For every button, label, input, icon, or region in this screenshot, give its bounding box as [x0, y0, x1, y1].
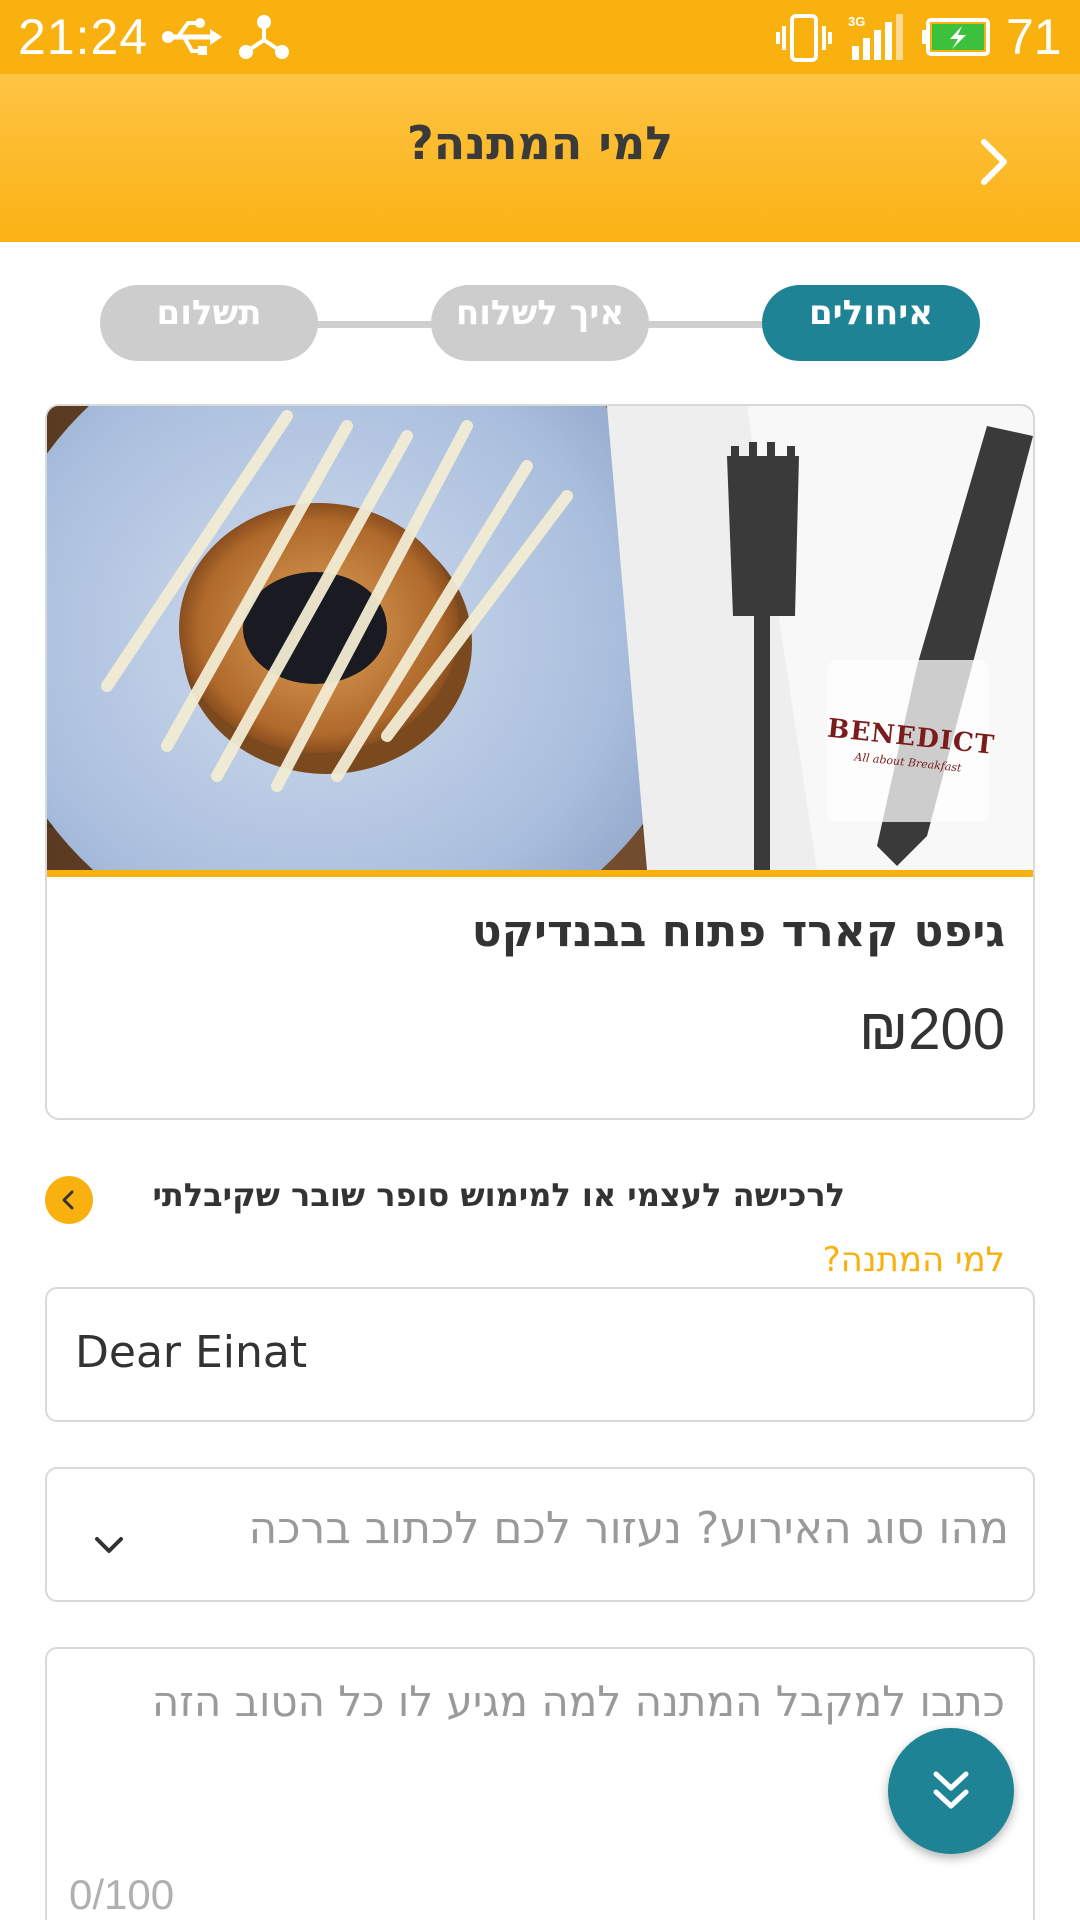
- page-title: למי המתנה?: [406, 116, 674, 170]
- event-type-placeholder: מהו סוג האירוע? נעזור לכם לכתוב ברכה: [248, 1503, 1009, 1554]
- battery-charging-icon: [922, 18, 990, 56]
- recipient-value: Dear Einat: [75, 1327, 308, 1378]
- self-purchase-link[interactable]: לרכישה לעצמי או למימוש סופר שובר שקיבלתי: [45, 1172, 845, 1228]
- progress-stepper: איחולים איך לשלוח תשלום: [0, 285, 1080, 361]
- step-delivery[interactable]: איך לשלוח: [431, 285, 649, 361]
- step-payment[interactable]: תשלום: [100, 285, 318, 361]
- double-chevron-down-icon: [933, 1771, 969, 1809]
- share-icon: [239, 15, 289, 59]
- scroll-down-button[interactable]: [888, 1728, 1014, 1854]
- recipient-label: למי המתנה?: [822, 1240, 1005, 1280]
- usb-icon: [162, 18, 222, 55]
- app-header: למי המתנה?: [0, 74, 1080, 242]
- self-purchase-label: לרכישה לעצמי או למימוש סופר שובר שקיבלתי: [152, 1176, 845, 1214]
- step-greetings[interactable]: איחולים: [762, 285, 980, 361]
- message-textarea[interactable]: כתבו למקבל המתנה למה מגיע לו כל הטוב הזה…: [45, 1647, 1035, 1920]
- signal-icon: 3G: [848, 14, 903, 60]
- chevron-left-icon: [45, 1176, 93, 1224]
- char-counter: 0/100: [69, 1871, 175, 1918]
- chevron-down-icon: [95, 1537, 123, 1553]
- message-placeholder: כתבו למקבל המתנה למה מגיע לו כל הטוב הזה: [151, 1677, 1005, 1726]
- benedict-logo: BENEDICT All about Breakfast: [826, 660, 996, 822]
- event-type-select[interactable]: מהו סוג האירוע? נעזור לכם לכתוב ברכה: [45, 1467, 1035, 1602]
- recipient-input[interactable]: Dear Einat: [45, 1287, 1035, 1422]
- chevron-right-icon[interactable]: [970, 132, 1020, 192]
- status-bar: 21:24 3G 71: [0, 0, 1080, 74]
- vibrate-icon: [776, 14, 832, 62]
- battery-percent: 71: [1006, 9, 1062, 65]
- gift-card: BENEDICT All about Breakfast גיפט קארד פ…: [45, 404, 1035, 1120]
- gift-card-title: גיפט קארד פתוח בבנדיקט: [471, 906, 1005, 957]
- status-time: 21:24: [18, 9, 149, 65]
- gift-card-price: ₪200: [858, 997, 1005, 1062]
- svg-text:3G: 3G: [848, 14, 865, 29]
- card-accent-bar: [47, 870, 1033, 877]
